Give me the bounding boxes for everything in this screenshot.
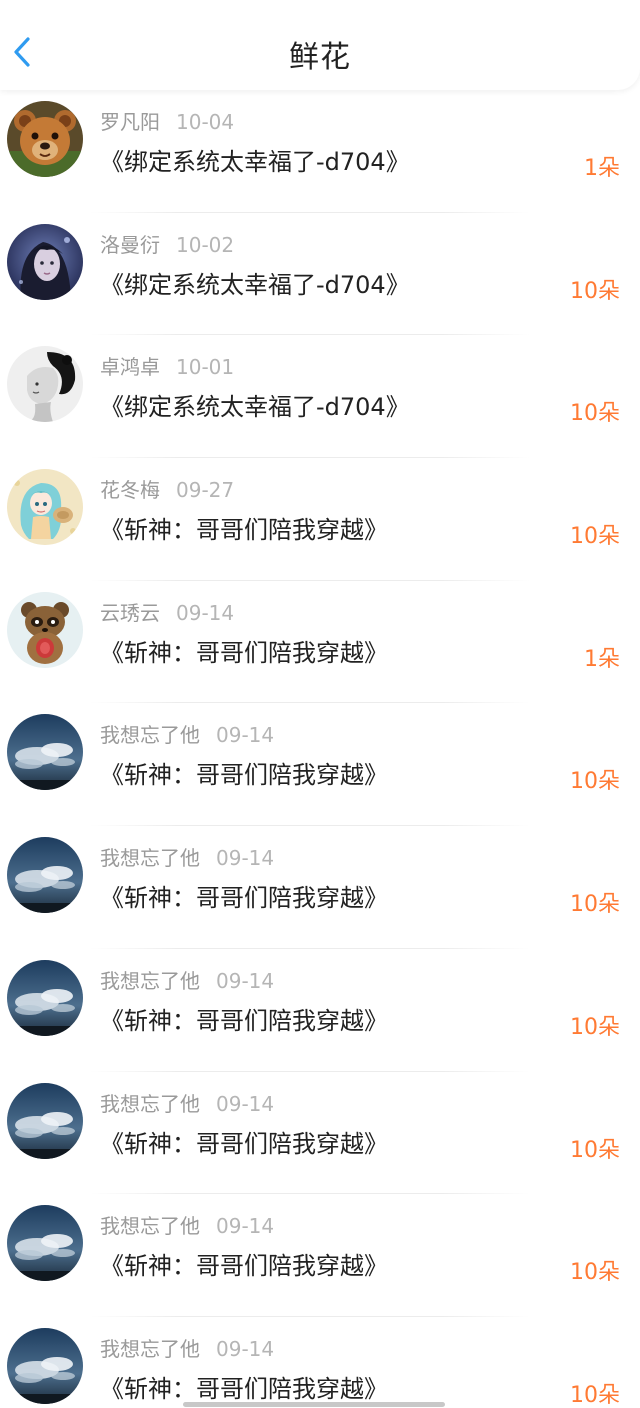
flower-count: 10朵: [570, 769, 620, 795]
user-meta: 卓鸿卓 10-01: [100, 351, 234, 380]
app-root: 鲜花 罗凡阳 10-04 《绑定系统太幸福了-d704》 1朵 洛曼衍 10-0…: [0, 0, 640, 1408]
user-meta: 我想忘了他 09-14: [100, 1088, 274, 1117]
user-name: 罗凡阳: [100, 110, 160, 134]
book-title: 《斩神：哥哥们陪我穿越》: [100, 884, 388, 913]
user-name: 我想忘了他: [100, 723, 200, 748]
user-meta: 花冬梅 09-27: [100, 474, 234, 503]
list-item[interactable]: 罗凡阳 10-04 《绑定系统太幸福了-d704》 1朵: [0, 90, 640, 213]
gift-date: 09-14: [216, 1091, 275, 1116]
gift-date: 10-02: [176, 232, 235, 257]
gift-date: 09-14: [216, 723, 275, 748]
monochrome-woman-avatar: [7, 346, 83, 423]
cloudy-sky-avatar: [7, 1205, 83, 1282]
user-meta: 我想忘了他 09-14: [100, 965, 274, 994]
book-title: 《绑定系统太幸福了-d704》: [100, 148, 410, 176]
flower-count: 10朵: [570, 278, 620, 304]
user-meta: 洛曼衍 10-02: [100, 229, 234, 258]
gift-date: 09-14: [216, 1336, 275, 1361]
user-meta: 云琇云 09-14: [100, 597, 234, 626]
nav-bar: 鲜花: [0, 0, 640, 90]
book-title: 《斩神：哥哥们陪我穿越》: [100, 516, 388, 545]
user-name: 我想忘了他: [100, 968, 200, 993]
list-item[interactable]: 我想忘了他 09-14 《斩神：哥哥们陪我穿越》 10朵: [0, 1072, 640, 1195]
home-indicator[interactable]: [183, 1402, 445, 1407]
list-item[interactable]: 我想忘了他 09-14 《斩神：哥哥们陪我穿越》 10朵: [0, 703, 640, 827]
user-name: 云琇云: [100, 600, 160, 625]
flower-count: 1朵: [584, 646, 620, 672]
book-title: 《斩神：哥哥们陪我穿越》: [100, 1129, 388, 1158]
gift-date: 09-14: [176, 600, 235, 625]
list-item[interactable]: 花冬梅 09-27 《斩神：哥哥们陪我穿越》 10朵: [0, 458, 640, 581]
cloudy-sky-avatar: [7, 1082, 83, 1159]
list-item[interactable]: 我想忘了他 09-14 《斩神：哥哥们陪我穿越》 10朵: [0, 949, 640, 1072]
page-title: 鲜花: [289, 40, 351, 75]
list-item[interactable]: 云琇云 09-14 《斩神：哥哥们陪我穿越》 1朵: [0, 581, 640, 704]
cloudy-sky-avatar: [7, 959, 83, 1036]
list-item[interactable]: 洛曼衍 10-02 《绑定系统太幸福了-d704》 10朵: [0, 213, 640, 336]
book-title: 《斩神：哥哥们陪我穿越》: [100, 1006, 388, 1035]
cloudy-sky-avatar: [7, 837, 83, 914]
book-title: 《绑定系统太幸福了-d704》: [100, 270, 410, 299]
user-meta: 我想忘了他 09-14: [100, 719, 274, 748]
gift-date: 10-01: [176, 355, 235, 380]
book-title: 《斩神：哥哥们陪我穿越》: [100, 638, 388, 667]
list-item[interactable]: 卓鸿卓 10-01 《绑定系统太幸福了-d704》 10朵: [0, 335, 640, 459]
cloudy-sky-avatar: [7, 1327, 83, 1404]
user-name: 卓鸿卓: [100, 355, 160, 380]
book-title: 《斩神：哥哥们陪我穿越》: [100, 1374, 388, 1403]
gift-date: 09-14: [216, 968, 275, 993]
user-name: 我想忘了他: [100, 1091, 200, 1116]
user-name: 我想忘了他: [100, 1214, 200, 1239]
anime-girl-avatar: [7, 469, 83, 546]
flower-count: 10朵: [570, 1137, 620, 1163]
user-meta: 我想忘了他 09-14: [100, 842, 274, 871]
user-meta: 罗凡阳 10-04: [100, 106, 234, 135]
flower-count: 10朵: [570, 524, 620, 550]
flower-count: 1朵: [584, 156, 620, 181]
book-title: 《斩神：哥哥们陪我穿越》: [100, 1252, 388, 1281]
book-title: 《斩神：哥哥们陪我穿越》: [100, 761, 388, 790]
flower-count: 10朵: [570, 1260, 620, 1286]
gift-date: 09-14: [216, 1214, 275, 1239]
book-title: 《绑定系统太幸福了-d704》: [100, 393, 410, 422]
flower-count: 10朵: [570, 1014, 620, 1040]
user-name: 我想忘了他: [100, 1336, 200, 1361]
list-item[interactable]: 我想忘了他 09-14 《斩神：哥哥们陪我穿越》 10朵: [0, 1194, 640, 1317]
user-name: 我想忘了他: [100, 846, 200, 871]
list-item[interactable]: 我想忘了他 09-14 《斩神：哥哥们陪我穿越》 10朵: [0, 1317, 640, 1408]
cloudy-sky-avatar: [7, 714, 83, 791]
brown-teddy-bear-avatar: [7, 101, 83, 177]
flower-count: 10朵: [570, 892, 620, 918]
list-item[interactable]: 我想忘了他 09-14 《斩神：哥哥们陪我穿越》 10朵: [0, 826, 640, 949]
raccoon-avatar: [7, 591, 83, 668]
user-name: 花冬梅: [100, 478, 160, 503]
flower-count: 10朵: [570, 1382, 620, 1408]
gift-date: 10-04: [176, 110, 235, 134]
gift-date: 09-27: [176, 478, 235, 503]
user-meta: 我想忘了他 09-14: [100, 1210, 274, 1239]
flower-list: 罗凡阳 10-04 《绑定系统太幸福了-d704》 1朵 洛曼衍 10-02 《…: [0, 90, 640, 1408]
dark-haired-girl-avatar: [7, 223, 83, 300]
gift-date: 09-14: [216, 846, 275, 871]
user-name: 洛曼衍: [100, 232, 160, 257]
user-meta: 我想忘了他 09-14: [100, 1333, 274, 1362]
flower-count: 10朵: [570, 401, 620, 427]
